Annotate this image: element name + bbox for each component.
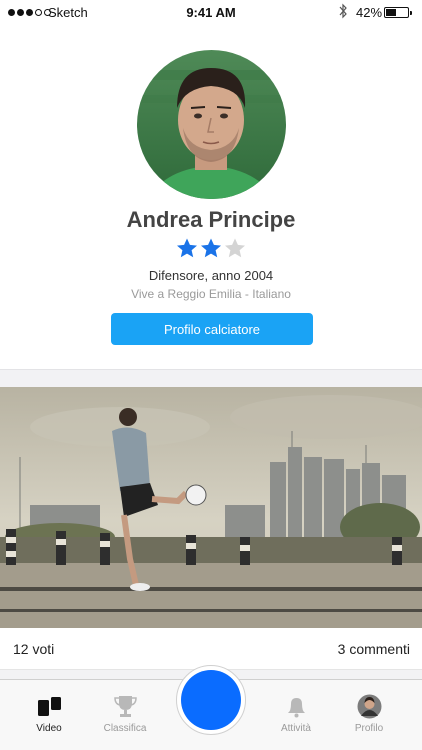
tab-profilo[interactable]: Profilo: [334, 680, 404, 750]
section-divider: [0, 369, 422, 387]
tab-label: Profilo: [354, 723, 384, 734]
comments-count[interactable]: 3 commenti: [338, 641, 410, 657]
tab-label: Video: [36, 723, 62, 734]
avatar-icon: [357, 694, 382, 719]
status-bar: Sketch 9:41 AM 42%: [0, 0, 422, 26]
player-name: Andrea Principe: [126, 207, 296, 232]
post-stats: 12 voti 3 commenti: [0, 628, 422, 670]
battery-icon: [384, 7, 412, 18]
votes-count[interactable]: 12 voti: [13, 641, 54, 657]
bluetooth-icon: [339, 3, 347, 19]
video-grid-icon: [38, 697, 61, 716]
tab-label: Classifica: [103, 723, 147, 734]
player-avatar: [137, 50, 286, 199]
record-video-button[interactable]: [181, 670, 241, 730]
video-thumbnail[interactable]: [0, 387, 422, 628]
player-location: Vive a Reggio Emilia - Italiano: [131, 287, 291, 301]
tab-video[interactable]: Video: [14, 680, 84, 750]
star-filled-icon: [177, 238, 197, 258]
tab-label: Attività: [280, 723, 311, 734]
star-rating: [0, 237, 422, 259]
star-filled-icon: [201, 238, 221, 258]
battery-percentage: 42%: [356, 5, 383, 20]
tab-attivita[interactable]: Attività: [261, 680, 331, 750]
bell-icon: [288, 698, 305, 718]
tab-classifica[interactable]: Classifica: [90, 680, 160, 750]
player-profile-button[interactable]: Profilo calciatore: [111, 313, 313, 345]
trophy-icon: [114, 696, 137, 717]
star-empty-icon: [225, 238, 245, 258]
player-role: Difensore, anno 2004: [148, 268, 274, 283]
